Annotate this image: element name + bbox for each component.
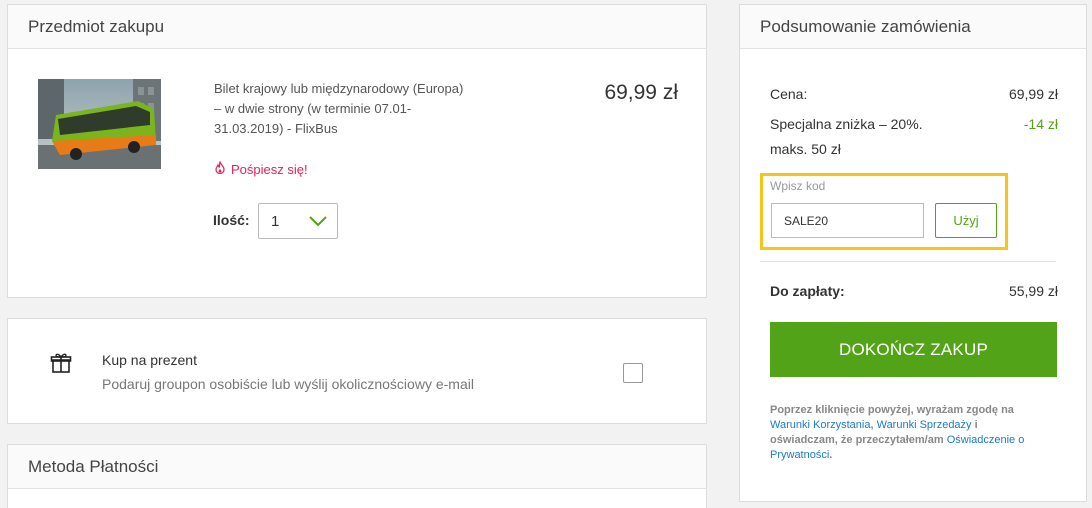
gift-panel: Kup na prezent Podaruj groupon osobiście… — [7, 318, 707, 424]
purchase-item-panel: Przedmiot zakupu Bilet krajowy lub międz… — [7, 4, 707, 298]
hurry-text: Pośpiesz się! — [231, 161, 308, 177]
product-price: 69,99 zł — [604, 81, 678, 104]
payment-method-header: Metoda Płatności — [8, 445, 706, 489]
total-value: 55,99 zł — [1008, 283, 1058, 299]
hurry-notice: Pośpiesz się! — [214, 159, 308, 177]
promo-code-box: Wpisz kod Użyj — [760, 173, 1008, 250]
product-description[interactable]: Bilet krajowy lub międzynarodowy (Europa… — [214, 79, 464, 139]
order-summary-panel: Podsumowanie zamówienia Cena: 69,99 zł S… — [739, 4, 1087, 502]
price-label: Cena: — [770, 86, 808, 102]
legal-period: . — [829, 449, 833, 461]
payment-method-title: Metoda Płatności — [28, 456, 159, 476]
promo-code-input[interactable] — [771, 203, 924, 238]
payment-method-panel: Metoda Płatności — [7, 444, 707, 508]
legal-prefix: Poprzez kliknięcie powyżej, wyrażam zgod… — [770, 404, 1014, 416]
price-row: Cena: 69,99 zł — [770, 86, 1058, 102]
purchase-item-title: Przedmiot zakupu — [28, 16, 165, 36]
order-summary-header: Podsumowanie zamówienia — [740, 5, 1086, 49]
order-summary-title: Podsumowanie zamówienia — [760, 16, 971, 36]
discount-label: Specjalna zniżka – 20%. maks. 50 zł — [770, 116, 923, 157]
terms-of-sale-link[interactable]: Warunki Sprzedaży — [877, 419, 972, 431]
gift-checkbox[interactable] — [623, 363, 643, 383]
terms-of-use-link[interactable]: Warunki Korzystania — [770, 419, 870, 431]
apply-code-button[interactable]: Użyj — [935, 203, 997, 238]
gift-subtitle: Podaruj groupon osobiście lub wyślij oko… — [102, 376, 474, 392]
price-value: 69,99 zł — [1008, 86, 1058, 102]
discount-value: -14 zł — [1023, 116, 1058, 132]
product-image[interactable] — [38, 79, 161, 169]
summary-divider — [760, 261, 1056, 262]
purchase-item-header: Przedmiot zakupu — [8, 5, 706, 49]
quantity-value: 1 — [271, 212, 280, 230]
gift-title: Kup na prezent — [102, 352, 197, 368]
discount-row: Specjalna zniżka – 20%. maks. 50 zł -14 … — [770, 112, 1058, 162]
quantity-select[interactable]: 1 — [258, 203, 338, 239]
legal-notice: Poprzez kliknięcie powyżej, wyrażam zgod… — [770, 403, 1045, 463]
promo-code-label: Wpisz kod — [770, 179, 826, 193]
gift-icon — [50, 352, 72, 379]
total-row: Do zapłaty: 55,99 zł — [770, 283, 1058, 299]
flame-icon — [214, 159, 226, 177]
checkout-button[interactable]: DOKOŃCZ ZAKUP — [770, 322, 1057, 377]
total-label: Do zapłaty: — [770, 283, 845, 299]
quantity-label: Ilość: — [213, 212, 250, 228]
